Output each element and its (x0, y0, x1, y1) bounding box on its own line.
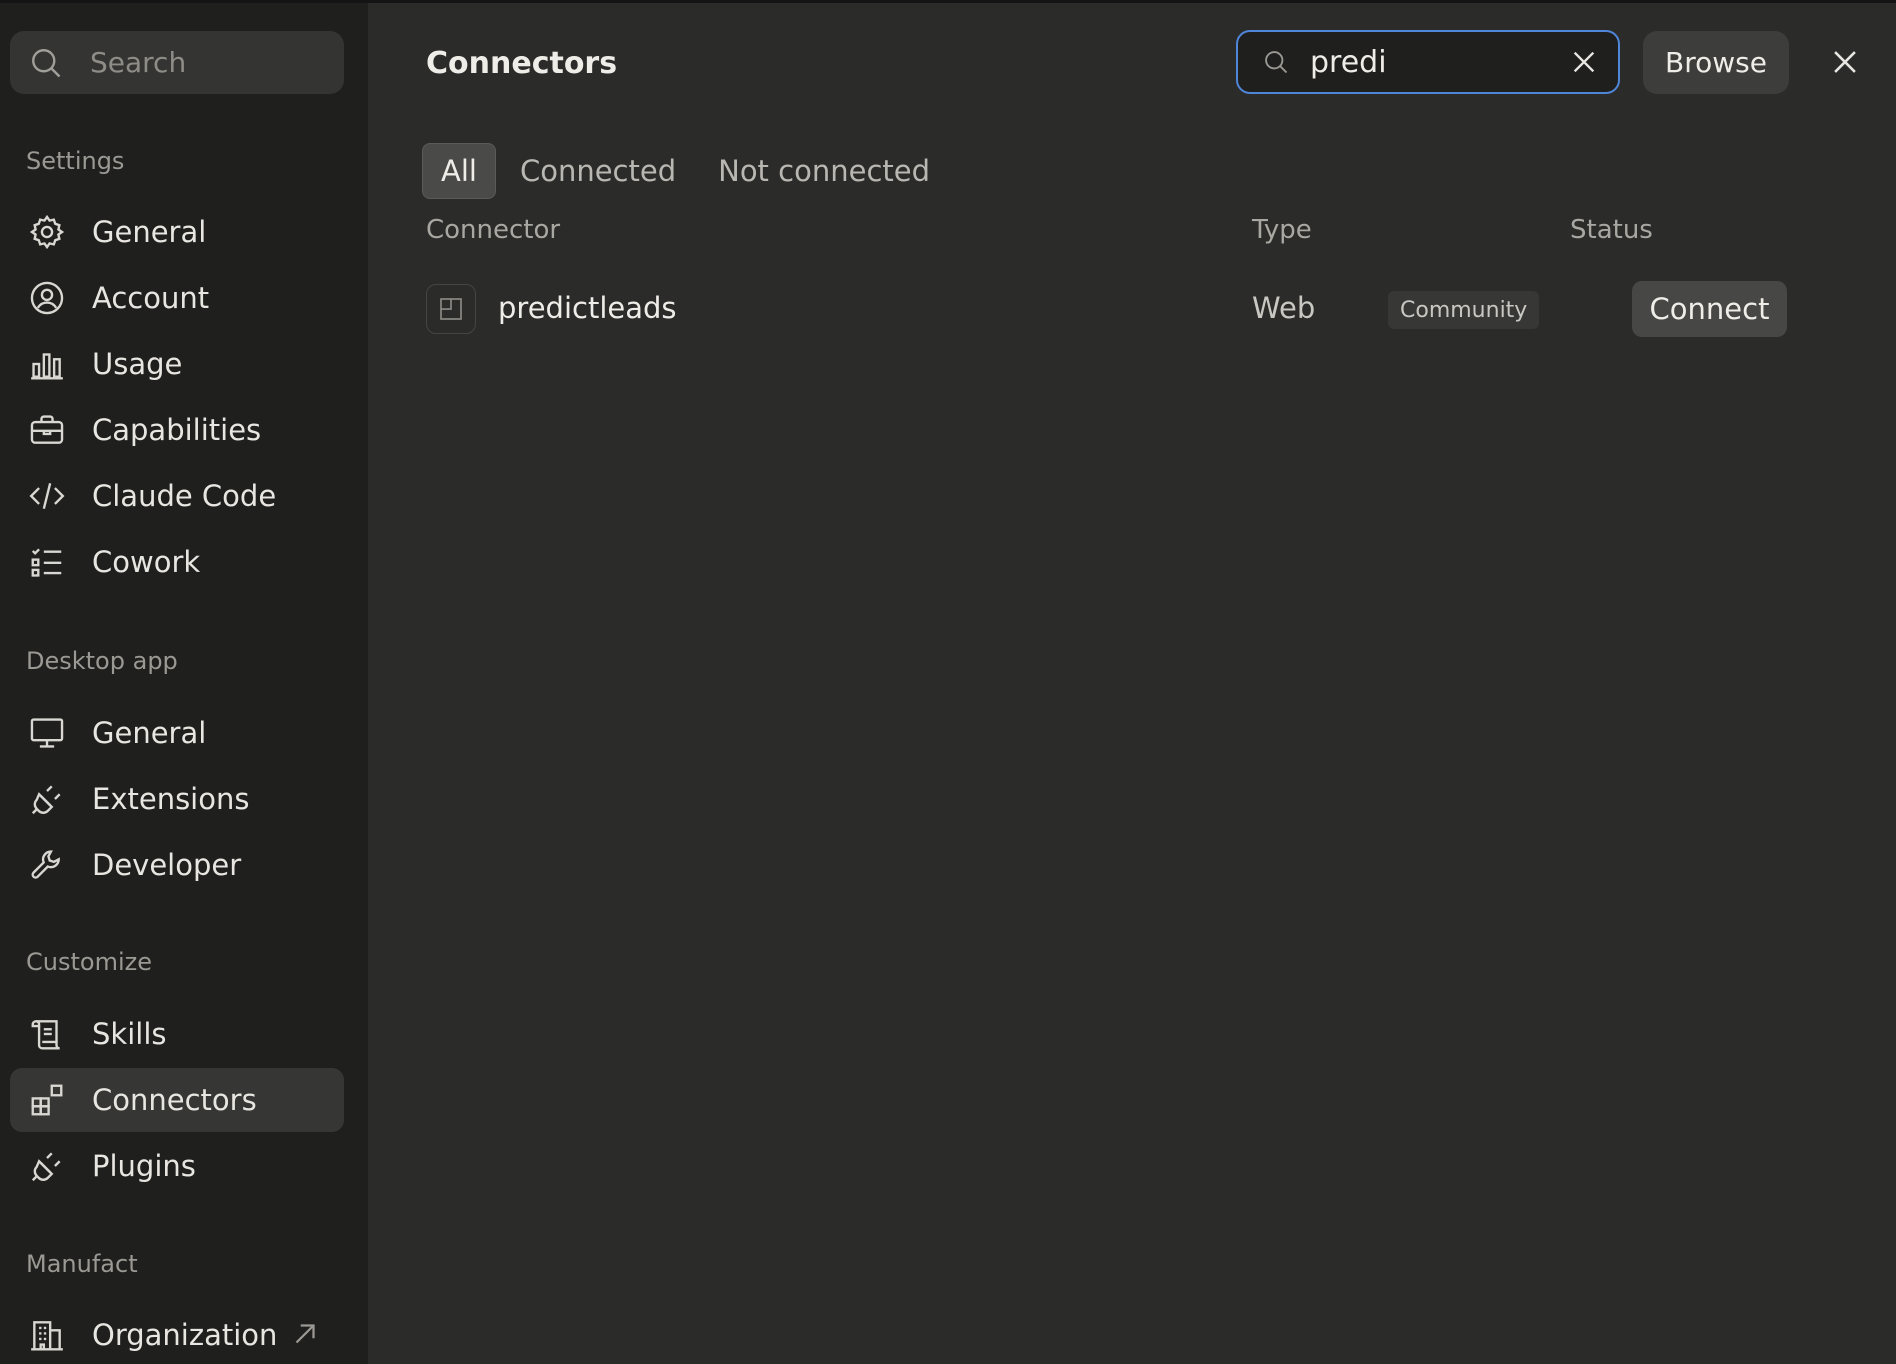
monitor-icon (28, 714, 66, 752)
wrench-icon (28, 846, 66, 884)
sidebar-item-label: Organization (92, 1318, 278, 1352)
sidebar-item-skills[interactable]: Skills (10, 1002, 344, 1066)
sidebar-item-usage[interactable]: Usage (10, 332, 344, 396)
bar-chart-icon (28, 345, 66, 383)
sidebar-item-capabilities[interactable]: Capabilities (10, 398, 344, 462)
external-link-icon (288, 1317, 322, 1351)
page-title: Connectors (426, 46, 618, 81)
sidebar-item-plugins[interactable]: Plugins (10, 1134, 344, 1198)
section-label-manufact: Manufact (26, 1250, 138, 1278)
search-value: predi (1310, 44, 1387, 80)
sidebar-item-label: Claude Code (92, 479, 277, 513)
search-placeholder: Search (90, 46, 187, 79)
sidebar-item-label: Extensions (92, 782, 250, 816)
connector-logo-icon (426, 284, 476, 334)
column-header-status: Status (1570, 215, 1653, 245)
close-icon[interactable] (1828, 45, 1862, 79)
sidebar-item-label: Plugins (92, 1149, 196, 1183)
plug-icon (28, 780, 66, 818)
sidebar-item-label: Cowork (92, 545, 201, 579)
community-badge: Community (1388, 291, 1540, 329)
sidebar: Search Settings General Account Usage Ca… (0, 0, 368, 1364)
connectors-icon (28, 1081, 66, 1119)
sidebar-item-label: Developer (92, 848, 242, 882)
connector-type: Web (1252, 291, 1316, 325)
clear-search-icon[interactable] (1568, 46, 1600, 78)
sidebar-item-cowork[interactable]: Cowork (10, 530, 344, 594)
tab-all[interactable]: All (422, 143, 496, 199)
sidebar-search-input[interactable]: Search (10, 31, 344, 94)
sidebar-item-label: Skills (92, 1017, 167, 1051)
column-header-type: Type (1252, 215, 1312, 245)
gear-icon (28, 213, 66, 251)
sidebar-item-claude-code[interactable]: Claude Code (10, 464, 344, 528)
connector-name: predictleads (498, 291, 677, 325)
building-icon (28, 1316, 66, 1354)
sidebar-item-label: Capabilities (92, 413, 262, 447)
browse-button[interactable]: Browse (1643, 31, 1789, 94)
sidebar-item-label: Usage (92, 347, 183, 381)
code-icon (28, 477, 66, 515)
sidebar-item-label: General (92, 716, 207, 750)
sidebar-item-general[interactable]: General (10, 200, 344, 264)
connect-button[interactable]: Connect (1632, 281, 1787, 337)
connectors-panel: Connectors predi Browse All Connected No… (368, 0, 1896, 1364)
sidebar-item-label: General (92, 215, 207, 249)
search-icon (28, 45, 64, 81)
section-label-customize: Customize (26, 948, 152, 976)
sidebar-item-label: Connectors (92, 1083, 257, 1117)
search-icon (1262, 48, 1290, 76)
briefcase-icon (28, 411, 66, 449)
checklist-icon (28, 543, 66, 581)
settings-window: Search Settings General Account Usage Ca… (0, 0, 1896, 1364)
filter-tabs: All Connected Not connected (422, 143, 948, 199)
sidebar-item-desktop-general[interactable]: General (10, 701, 344, 765)
tab-not-connected[interactable]: Not connected (700, 143, 948, 199)
plug-icon (28, 1147, 66, 1185)
section-label-desktop-app: Desktop app (26, 647, 178, 675)
scroll-icon (28, 1015, 66, 1053)
connector-search-input[interactable]: predi (1236, 30, 1620, 94)
table-row[interactable]: predictleads Web Community Connect (426, 281, 1846, 339)
tab-connected[interactable]: Connected (502, 143, 694, 199)
sidebar-item-label: Account (92, 281, 210, 315)
sidebar-item-organization[interactable]: Organization (10, 1303, 344, 1364)
column-header-connector: Connector (426, 215, 561, 245)
user-circle-icon (28, 279, 66, 317)
sidebar-item-connectors[interactable]: Connectors (10, 1068, 344, 1132)
sidebar-item-developer[interactable]: Developer (10, 833, 344, 897)
section-label-settings: Settings (26, 147, 125, 175)
sidebar-item-account[interactable]: Account (10, 266, 344, 330)
sidebar-item-extensions[interactable]: Extensions (10, 767, 344, 831)
